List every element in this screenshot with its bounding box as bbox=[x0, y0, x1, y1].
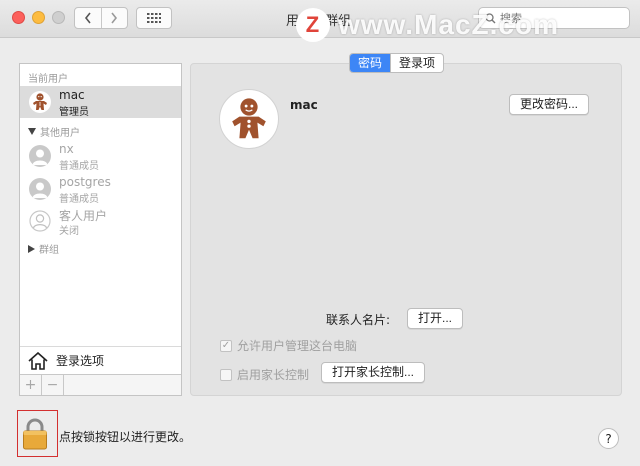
user-picture[interactable] bbox=[219, 89, 279, 149]
user-item-nx[interactable]: nx 普通成员 bbox=[20, 140, 181, 172]
lock-hint: 点按锁按钮以进行更改。 bbox=[59, 430, 192, 444]
login-options-label: 登录选项 bbox=[56, 354, 105, 368]
tab-login-items[interactable]: 登录项 bbox=[390, 54, 443, 72]
other-users-toggle[interactable]: 其他用户 bbox=[28, 124, 80, 139]
show-all-button[interactable] bbox=[136, 7, 172, 29]
user-name: postgres bbox=[59, 175, 111, 189]
gingerbread-icon bbox=[33, 93, 47, 110]
title-bar: 用户与群组 Z www.MacZ.com bbox=[0, 0, 640, 42]
allow-admin-row: ✓ 允许用户管理这台电脑 bbox=[220, 337, 357, 354]
zoom-window-button[interactable] bbox=[52, 11, 65, 24]
generic-avatar bbox=[29, 178, 51, 200]
chevron-left-icon bbox=[84, 12, 91, 24]
grid-icon bbox=[147, 13, 161, 23]
user-item-guest[interactable]: 客人用户 关闭 bbox=[20, 205, 181, 237]
parental-label: 启用家长控制 bbox=[237, 368, 310, 382]
minimize-window-button[interactable] bbox=[32, 11, 45, 24]
user-role: 管理员 bbox=[59, 107, 89, 118]
user-name: mac bbox=[59, 88, 85, 102]
login-options-item[interactable]: 登录选项 bbox=[20, 346, 181, 374]
user-name: nx bbox=[59, 142, 74, 156]
groups-toggle[interactable]: 群组 bbox=[28, 241, 59, 256]
groups-label: 群组 bbox=[39, 245, 59, 256]
list-toolbar: + − bbox=[20, 374, 181, 395]
house-icon bbox=[28, 351, 48, 370]
selected-user-name: mac bbox=[290, 98, 318, 112]
generic-avatar bbox=[29, 145, 51, 167]
tab-password[interactable]: 密码 bbox=[350, 54, 391, 72]
add-user-button[interactable]: + bbox=[20, 375, 42, 395]
lock-icon bbox=[23, 418, 47, 450]
open-contact-button[interactable]: 打开... bbox=[407, 308, 464, 329]
user-item-postgres[interactable]: postgres 普通成员 bbox=[20, 173, 181, 205]
current-users-label: 当前用户 bbox=[28, 74, 68, 85]
person-icon bbox=[32, 149, 48, 165]
open-parental-button[interactable]: 打开家长控制... bbox=[321, 362, 426, 383]
user-role: 普通成员 bbox=[59, 161, 99, 172]
forward-button[interactable] bbox=[100, 8, 128, 28]
user-role: 普通成员 bbox=[59, 194, 99, 205]
gingerbread-avatar bbox=[29, 91, 51, 113]
triangle-right-icon bbox=[28, 244, 35, 253]
watermark-text: www.MacZ.com bbox=[338, 9, 560, 40]
user-item-mac[interactable]: mac 管理员 bbox=[20, 86, 181, 118]
allow-admin-checkbox[interactable]: ✓ bbox=[220, 339, 232, 352]
guest-avatar bbox=[29, 210, 51, 232]
user-role: 关闭 bbox=[59, 226, 79, 237]
allow-admin-label: 允许用户管理这台电脑 bbox=[237, 339, 358, 353]
guest-person-icon bbox=[29, 210, 51, 232]
change-password-button[interactable]: 更改密码... bbox=[509, 94, 590, 115]
chevron-right-icon bbox=[111, 12, 118, 24]
watermark: Z www.MacZ.com bbox=[296, 8, 559, 42]
nav-back-forward bbox=[74, 7, 128, 29]
user-list: 当前用户 mac 管理员 其他用户 nx 普通成员 postgres 普通成员 bbox=[19, 63, 182, 396]
triangle-down-icon bbox=[28, 128, 36, 135]
help-button[interactable]: ? bbox=[598, 428, 619, 449]
tab-bar: 密码 登录项 bbox=[349, 53, 445, 73]
gingerbread-icon bbox=[232, 98, 266, 139]
person-icon bbox=[32, 182, 48, 198]
back-button[interactable] bbox=[75, 8, 101, 28]
parental-checkbox[interactable] bbox=[220, 368, 232, 381]
parental-row: 启用家长控制 bbox=[220, 366, 309, 383]
close-window-button[interactable] bbox=[12, 11, 25, 24]
other-users-label: 其他用户 bbox=[40, 128, 80, 139]
contact-card-label: 联系人名片: bbox=[326, 313, 391, 327]
remove-user-button[interactable]: − bbox=[42, 375, 64, 395]
lock-button[interactable] bbox=[22, 418, 48, 453]
watermark-logo: Z bbox=[296, 8, 330, 42]
